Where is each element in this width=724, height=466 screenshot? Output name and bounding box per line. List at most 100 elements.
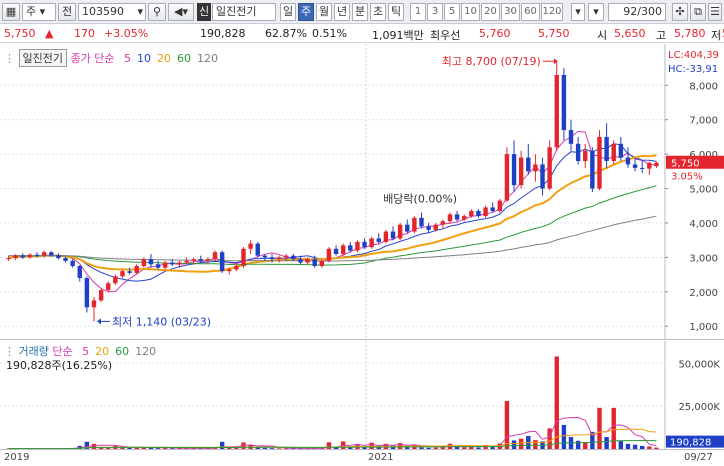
candle-body: [561, 74, 567, 131]
candle-body: [362, 241, 367, 248]
volume-axis-bg: [665, 341, 724, 449]
stock-code-input[interactable]: 103590 ▾: [78, 3, 146, 21]
candle-body: [27, 254, 33, 258]
candle-body: [70, 260, 75, 266]
candle-body: [348, 245, 353, 251]
trade-amount: 1,091백만: [372, 29, 424, 42]
list-dropdown-icon[interactable]: ▾: [588, 3, 604, 21]
candle-body: [234, 266, 239, 270]
candle-body: [547, 147, 552, 189]
ma-legend-item: 60: [176, 52, 191, 65]
candle-body: [497, 200, 503, 211]
candle-body: [191, 259, 196, 261]
candle-body: [632, 164, 638, 168]
price-tick-label: 1,000: [689, 322, 718, 333]
candle-body: [41, 252, 47, 256]
volume-tick-label: 50,000K: [678, 359, 720, 370]
search-icon[interactable]: ⚲: [148, 3, 166, 21]
interval-button-3[interactable]: 10: [461, 3, 480, 21]
turnover-percent: 62.87%: [265, 27, 307, 40]
bar-count-field[interactable]: 92/300: [608, 3, 666, 21]
x-label-2019: 2019: [4, 452, 30, 463]
candle-body: [63, 258, 68, 261]
period-tab-2[interactable]: 월: [316, 3, 332, 21]
low-annotation: 최저 1,140 (03/23): [112, 315, 211, 328]
change-value: 170: [74, 27, 95, 40]
chart-toolbar: ▦ 주 ▾ 전 103590 ▾ ⚲ ◀▾ 신 일진전기 일주월년분초틱 1351…: [0, 0, 724, 24]
candle-body: [405, 224, 410, 232]
candle-body: [469, 210, 474, 217]
candle-body: [340, 245, 346, 254]
credit-badge: 신: [197, 3, 211, 21]
bid-price: 5,750: [538, 27, 570, 40]
volume-chart-panel[interactable]: 50,000K25,000K190,82816.25% ⋮ 거래량 단순 520…: [0, 341, 724, 461]
price-tick-label: 4,000: [689, 219, 718, 230]
period-tab-1[interactable]: 주: [298, 3, 314, 21]
period-tab-6[interactable]: 틱: [388, 3, 404, 21]
interval-button-4[interactable]: 20: [481, 3, 500, 21]
candle-body: [326, 248, 332, 261]
interval-button-2[interactable]: 5: [444, 3, 460, 21]
low-label: 저: [711, 29, 722, 42]
price-legend: ⋮ 일진전기 종가 단순 5 10 20 60 120: [4, 49, 218, 67]
candle-body: [241, 248, 246, 266]
period-tab-0[interactable]: 일: [280, 3, 296, 21]
volume-ma-line: [8, 439, 657, 450]
ma-legend-item: 5: [123, 52, 131, 65]
candle-body: [447, 214, 453, 222]
candle-body: [533, 164, 538, 172]
hc-label: HC:-33,91: [668, 64, 718, 75]
candle-body: [106, 283, 111, 291]
candle-body: [390, 231, 396, 239]
candle-body: [654, 162, 659, 167]
interval-button-1[interactable]: 3: [427, 3, 443, 21]
candle-body: [483, 207, 488, 217]
grid-menu-icon[interactable]: ▦: [2, 3, 20, 21]
interval-button-7[interactable]: 120: [541, 3, 563, 21]
x-label-date: 09/27: [684, 452, 713, 463]
crosshair-icon[interactable]: ✣: [672, 3, 688, 21]
volume-bar: [618, 440, 624, 449]
candle-body: [98, 290, 104, 301]
volume-value-text: 190,828주(16.25%): [6, 359, 113, 372]
period-tab-3[interactable]: 년: [334, 3, 350, 21]
candle-body: [583, 150, 588, 162]
speaker-icon[interactable]: ◀▾: [168, 3, 194, 21]
candle-body: [611, 143, 616, 162]
candle-body: [312, 259, 317, 266]
period-tab-5[interactable]: 초: [370, 3, 386, 21]
ma-legend-item: 10: [136, 52, 151, 65]
price-chart[interactable]: 8,0007,0006,0005,0004,0003,0002,0001,000…: [0, 44, 724, 340]
market-select[interactable]: 주 ▾: [22, 3, 56, 21]
candle-body: [526, 157, 531, 172]
candle-body: [291, 255, 296, 260]
overlap-icon[interactable]: ⧉: [690, 3, 706, 21]
volume-bar: [561, 425, 567, 449]
volume-bar: [583, 442, 588, 449]
jeon-button[interactable]: 전: [58, 3, 76, 21]
stock-name-field: 일진전기: [212, 3, 276, 21]
candle-body: [597, 136, 602, 189]
interval-button-6[interactable]: 60: [521, 3, 540, 21]
candle-body: [639, 167, 645, 169]
candle-body: [170, 262, 175, 265]
volume-tag-text: 190,828: [670, 438, 711, 449]
volume-ma-legend-item: 60: [115, 345, 130, 358]
legend-title[interactable]: 일진전기: [18, 49, 67, 67]
interval-button-5[interactable]: 30: [501, 3, 520, 21]
interval-dropdown-icon[interactable]: ▾: [571, 3, 585, 21]
price-chart-panel[interactable]: 8,000 7,000 6,000 5,000 4,000 3,000 2,000 1,000…: [0, 44, 724, 340]
period-tab-4[interactable]: 분: [352, 3, 368, 21]
interval-button-0[interactable]: 1: [410, 3, 426, 21]
best-quote-label: 최우선: [430, 29, 461, 42]
volume-bar: [554, 356, 559, 449]
settings-icon[interactable]: ☰: [708, 3, 722, 21]
candle-body: [440, 221, 446, 225]
volume-bar: [326, 442, 332, 449]
candle-body: [476, 210, 481, 217]
volume-bar: [518, 438, 524, 449]
candle-body: [625, 157, 631, 165]
volume-bar: [611, 407, 616, 449]
candle-body: [212, 252, 218, 260]
high-price: 5,780: [674, 27, 706, 40]
